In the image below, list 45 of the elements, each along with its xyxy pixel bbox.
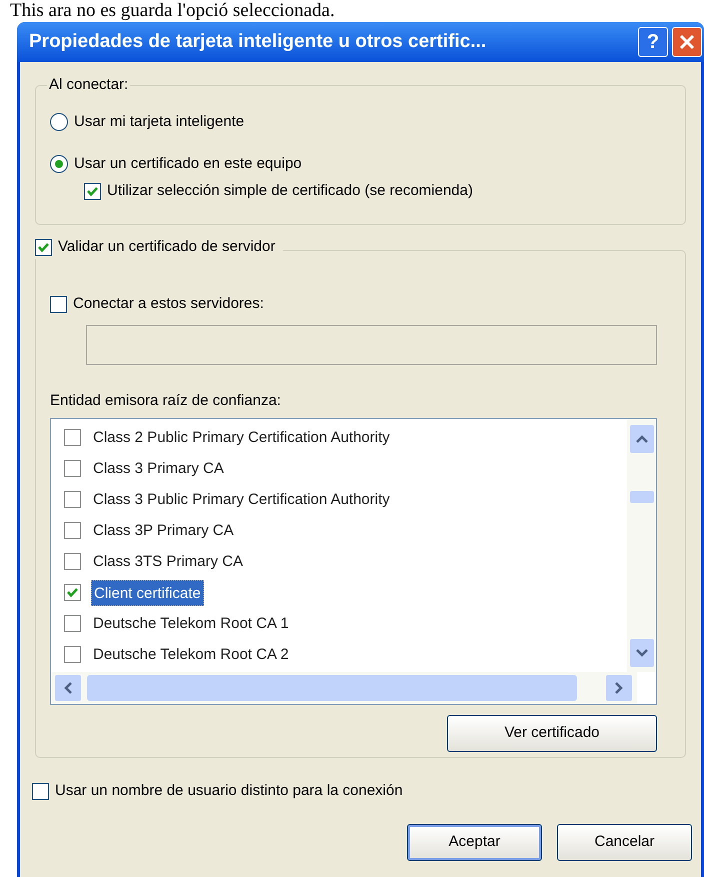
scroll-left-icon[interactable]: [55, 675, 81, 701]
option-label: Utilizar selección simple de certificado (se recomienda): [107, 181, 473, 201]
list-item[interactable]: Class 3TS Primary CA: [91, 548, 246, 574]
checkbox[interactable]: [64, 553, 81, 570]
view-certificate-button[interactable]: Ver certificado: [447, 715, 657, 752]
scroll-right-icon[interactable]: [606, 675, 632, 701]
radio-button[interactable]: [50, 154, 68, 173]
scroll-down-icon[interactable]: [630, 639, 654, 667]
checkbox[interactable]: [32, 782, 49, 800]
list-item[interactable]: Class 3 Public Primary Certification Authority: [91, 486, 392, 512]
vertical-scrollbar[interactable]: [627, 419, 656, 672]
help-button[interactable]: ?: [638, 27, 668, 57]
list-item[interactable]: Class 3P Primary CA: [91, 518, 236, 544]
list-item[interactable]: Client certificate: [91, 580, 204, 606]
scroll-thumb[interactable]: [87, 675, 577, 701]
close-icon: [679, 34, 695, 50]
horizontal-scrollbar[interactable]: [51, 672, 637, 704]
checkbox[interactable]: [64, 460, 81, 477]
checkbox[interactable]: [50, 296, 67, 313]
list-item[interactable]: Deutsche Telekom Root CA 2: [91, 642, 291, 668]
dialog-button[interactable]: Aceptar: [407, 824, 542, 860]
checkbox[interactable]: [84, 182, 101, 200]
checkbox[interactable]: [64, 646, 81, 663]
option-label: Usar mi tarjeta inteligente: [74, 112, 244, 132]
list-item[interactable]: Deutsche Telekom Root CA 1: [91, 610, 291, 636]
checkbox[interactable]: [64, 522, 81, 539]
caption-text: This ara no es guarda l'opció seleccionada.: [10, 0, 336, 22]
checkbox[interactable]: [64, 429, 81, 446]
field-label: Entidad emisora raíz de confianza:: [50, 390, 282, 410]
option-label: Validar un certificado de servidor: [58, 237, 276, 257]
scroll-up-icon[interactable]: [630, 425, 654, 453]
dialog-button[interactable]: Cancelar: [557, 824, 692, 860]
checkbox[interactable]: [64, 491, 81, 508]
checkbox[interactable]: [35, 238, 52, 256]
list-item[interactable]: Class 3 Primary CA: [91, 456, 226, 482]
option-label: Usar un certificado en este equipo: [74, 154, 302, 174]
checkbox[interactable]: [64, 615, 81, 632]
option-label: Usar un nombre de usuario distinto para la conexión: [55, 781, 403, 801]
list-item[interactable]: Class 2 Public Primary Certification Authority: [91, 424, 392, 450]
close-button[interactable]: [672, 27, 702, 57]
radio-button[interactable]: [50, 113, 68, 132]
scroll-thumb[interactable]: [630, 491, 654, 503]
option-label: Conectar a estos servidores:: [73, 294, 264, 314]
window-title: Propiedades de tarjeta inteligente u otros certific...: [29, 30, 488, 54]
checkbox[interactable]: [64, 584, 81, 601]
